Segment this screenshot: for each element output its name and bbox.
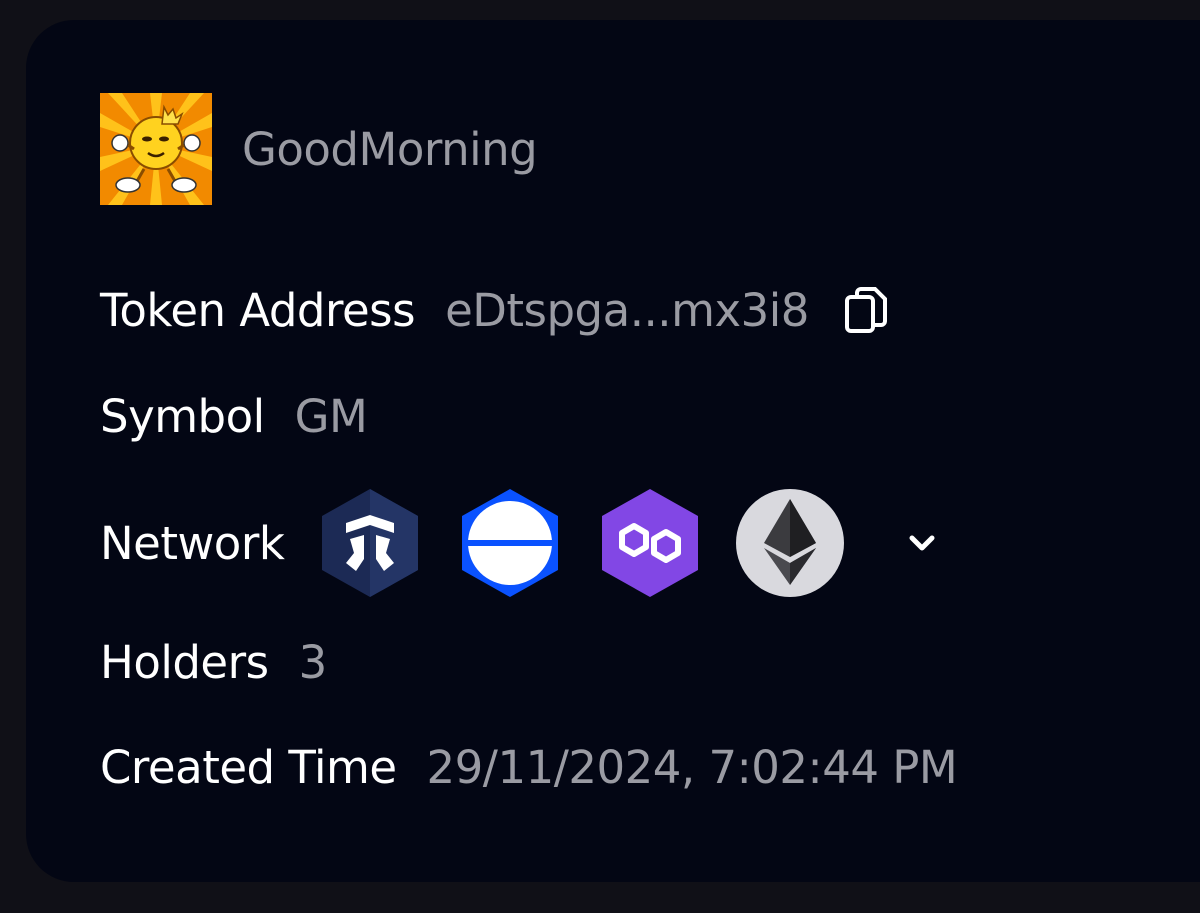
holders-value: 3 [298,636,328,689]
token-address-label: Token Address [100,284,416,337]
cronos-icon[interactable] [314,487,426,599]
created-time-row: Created Time 29/11/2024, 7:02:44 PM [100,741,958,794]
network-icon-list [314,487,874,599]
polygon-icon[interactable] [594,487,706,599]
symbol-label: Symbol [100,390,265,443]
token-name: GoodMorning [242,122,538,176]
holders-label: Holders [100,636,269,689]
token-header: GoodMorning [100,93,538,205]
network-label: Network [100,516,285,570]
copy-icon [844,286,887,333]
base-icon[interactable] [454,487,566,599]
ethereum-icon[interactable] [734,487,846,599]
created-time-value: 29/11/2024, 7:02:44 PM [426,741,958,794]
token-avatar [100,93,212,205]
token-address-value: eDtspga...mx3i8 [445,284,809,337]
holders-row: Holders 3 [100,636,327,689]
copy-address-button[interactable] [843,285,891,337]
symbol-value: GM [294,390,368,443]
created-time-label: Created Time [100,741,397,794]
token-address-row: Token Address eDtspga...mx3i8 [100,284,891,337]
chevron-down-icon[interactable] [904,525,940,561]
network-row: Network [100,487,940,599]
symbol-row: Symbol GM [100,390,368,443]
